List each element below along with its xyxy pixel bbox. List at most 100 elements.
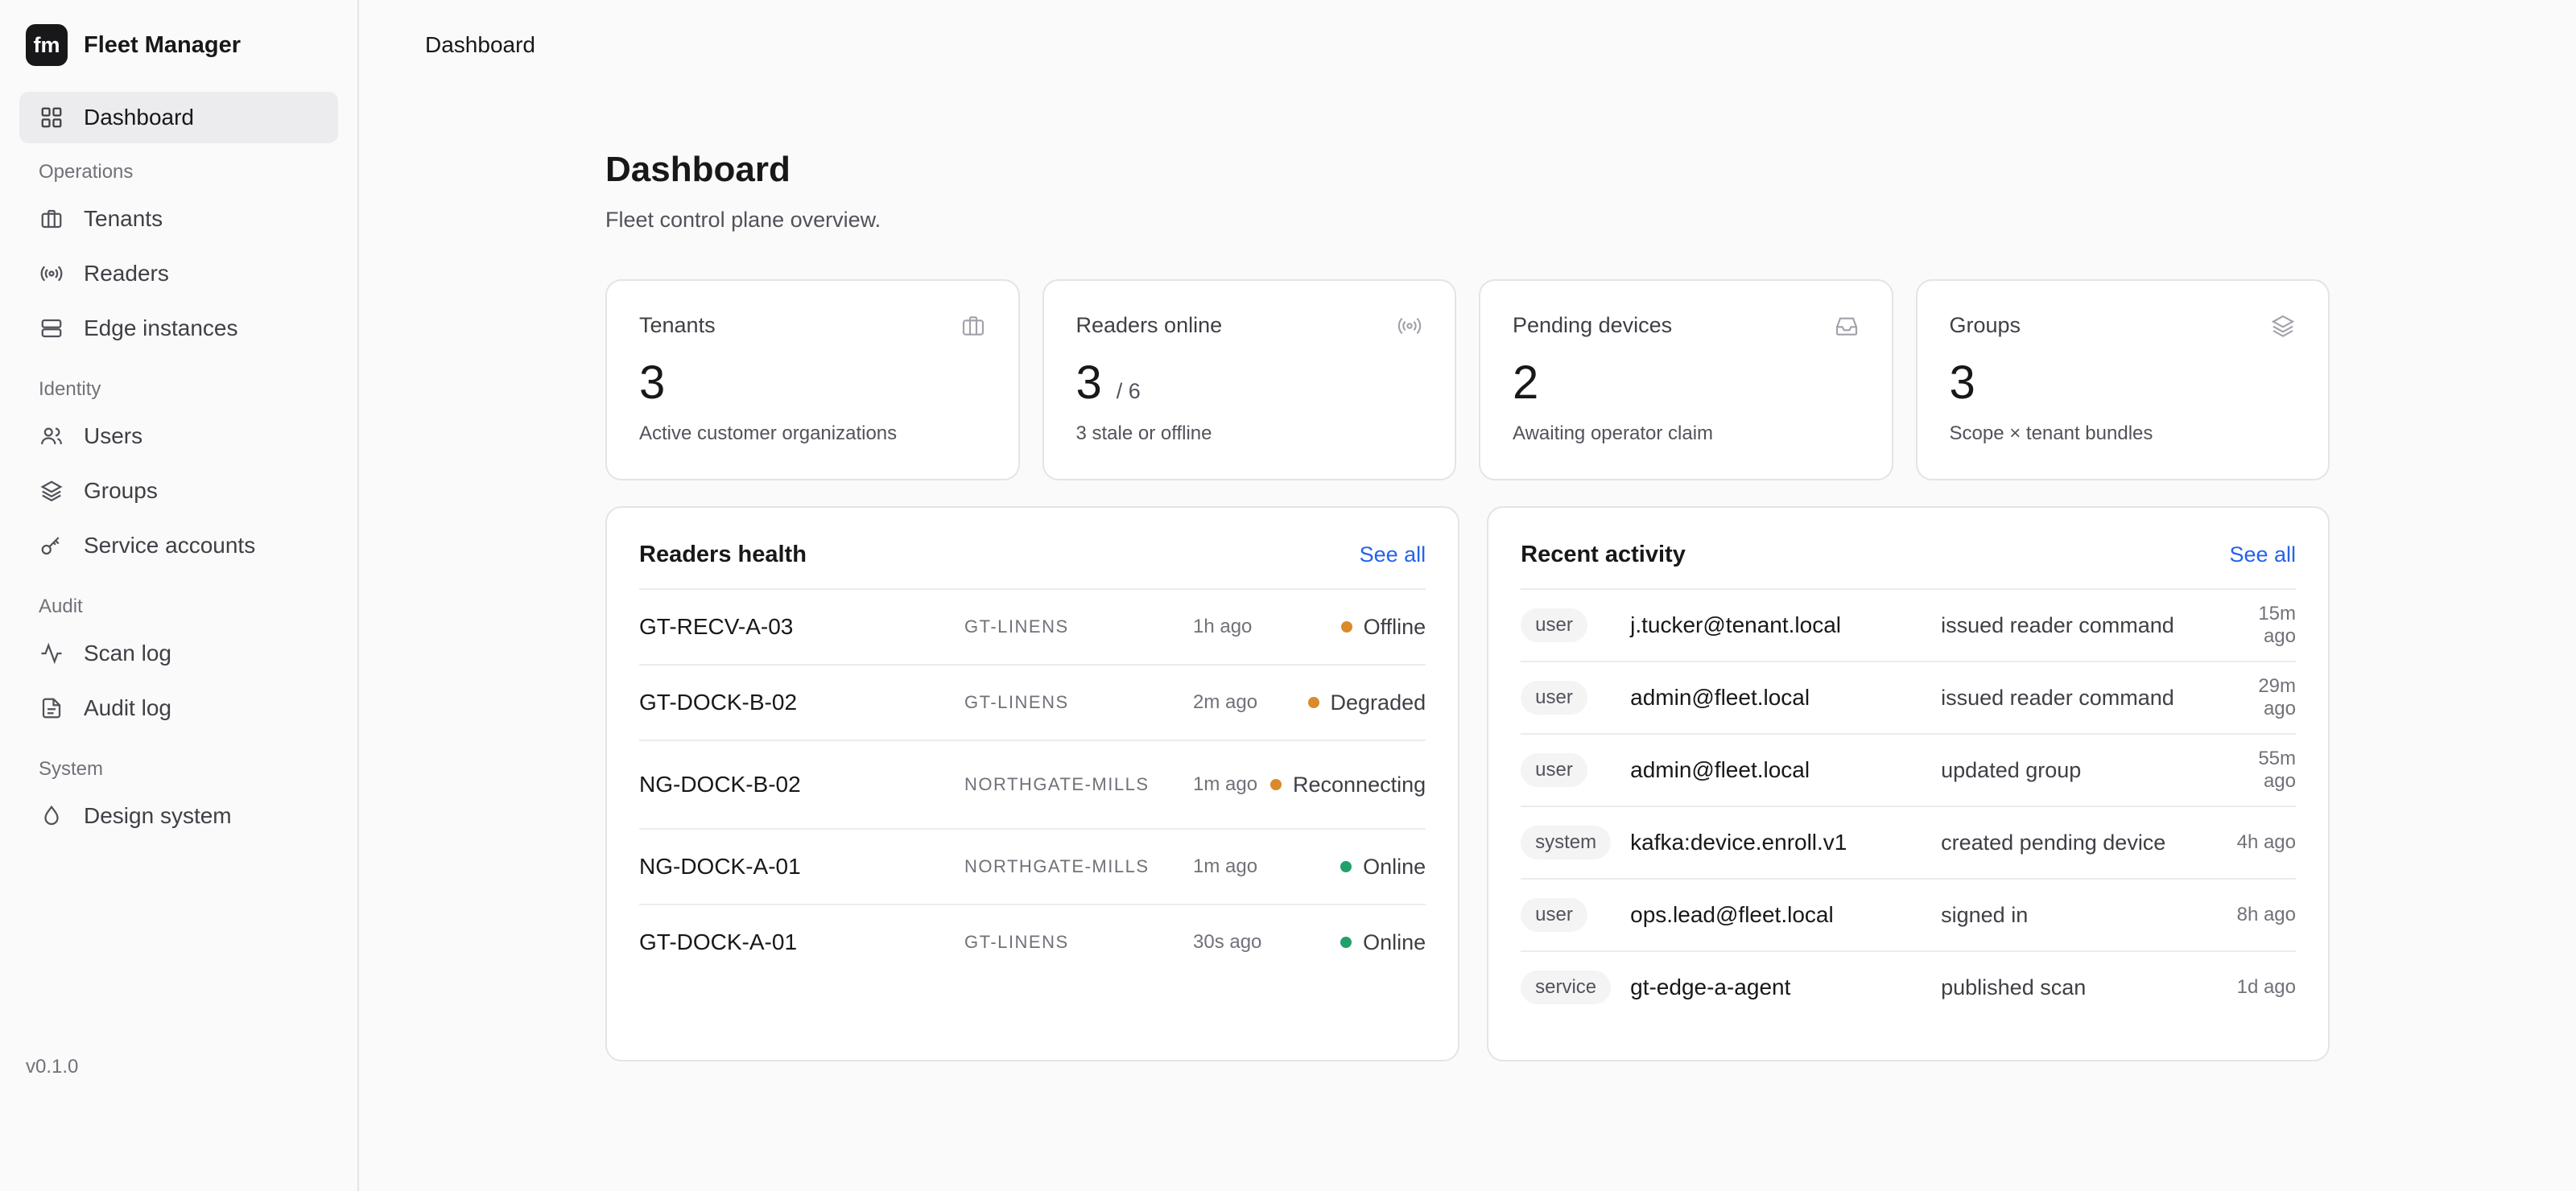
sidebar-item-users[interactable]: Users (19, 410, 338, 462)
sidebar-item-label: Users (84, 423, 143, 448)
actor: admin@fleet.local (1630, 757, 1810, 782)
stat-value: 3 (1949, 356, 1975, 409)
stat-card-readers-online: Readers online 3 / 6 3 stale or offline (1042, 279, 1456, 480)
main-area: Dashboard Dashboard Fleet control plane … (359, 0, 2576, 1191)
sidebar-item-label: Dashboard (84, 105, 194, 130)
actor-type: user (1521, 753, 1630, 787)
timestamp: 8h ago (2236, 904, 2296, 925)
page-subtitle: Fleet control plane overview. (605, 208, 881, 232)
panel-title: Readers health (639, 541, 807, 567)
status-text: Degraded (1330, 690, 1426, 715)
sidebar-item-edge-instances[interactable]: Edge instances (19, 303, 338, 354)
stat-value: 2 (1513, 356, 1539, 409)
status-dot (1340, 861, 1352, 872)
brand-name: Fleet Manager (84, 31, 241, 58)
readers-health-panel: Readers health See all GT-RECV-A-03 GT-L… (605, 506, 1460, 1061)
status-text: Reconnecting (1293, 772, 1426, 797)
actor: admin@fleet.local (1630, 685, 1810, 710)
stat-label: Readers online (1075, 313, 1223, 337)
activity-row[interactable]: system kafka:device.enroll.v1 created pe… (1521, 806, 2296, 878)
briefcase-icon (39, 206, 64, 232)
activity-row[interactable]: user admin@fleet.local updated group 55m… (1521, 733, 2296, 806)
stat-value: 3 (639, 356, 666, 409)
sidebar-item-audit-log[interactable]: Audit log (19, 682, 338, 734)
sidebar-section-audit: Audit (39, 596, 83, 617)
activity-see-all-link[interactable]: See all (2229, 542, 2296, 567)
reader-row[interactable]: NG-DOCK-A-01 NORTHGATE-MILLS 1m ago Onli… (639, 828, 1426, 904)
sidebar-section-identity: Identity (39, 378, 101, 400)
activity-row[interactable]: user j.tucker@tenant.local issued reader… (1521, 588, 2296, 661)
reader-row[interactable]: NG-DOCK-B-02 NORTHGATE-MILLS 1m ago Reco… (639, 740, 1426, 828)
reader-status: Degraded (1270, 690, 1426, 715)
breadcrumb: Dashboard (425, 32, 535, 57)
reader-row[interactable]: GT-DOCK-B-02 GT-LINENS 2m ago Degraded (639, 664, 1426, 740)
readers-see-all-link[interactable]: See all (1360, 542, 1426, 567)
timestamp: 55m ago (2258, 748, 2296, 792)
dashboard-content: Dashboard Fleet control plane overview. … (605, 150, 2330, 1061)
stat-label: Pending devices (1513, 313, 1673, 337)
stats-row: Tenants 3 Active customer organizations … (605, 279, 2330, 480)
panel-header: Recent activity See all (1521, 540, 2296, 569)
status-dot (1340, 937, 1352, 948)
reader-name: GT-DOCK-B-02 (639, 690, 798, 715)
status-text: Offline (1363, 614, 1426, 639)
reader-row[interactable]: GT-RECV-A-03 GT-LINENS 1h ago Offline (639, 588, 1426, 664)
sidebar-item-service-accounts[interactable]: Service accounts (19, 520, 338, 571)
activity-row[interactable]: user ops.lead@fleet.local signed in 8h a… (1521, 878, 2296, 950)
sidebar-item-groups[interactable]: Groups (19, 465, 338, 517)
sidebar: fm Fleet Manager Dashboard Operations Te… (0, 0, 359, 1191)
status-text: Online (1363, 854, 1426, 879)
reader-tenant: GT-LINENS (964, 692, 1069, 712)
layers-icon (2270, 313, 2296, 339)
stat-caption: Scope × tenant bundles (1949, 422, 2153, 444)
layers-icon (39, 478, 64, 504)
status-text: Online (1363, 929, 1426, 954)
sidebar-item-design-system[interactable]: Design system (19, 790, 338, 842)
sidebar-item-readers[interactable]: Readers (19, 248, 338, 299)
sidebar-item-label: Groups (84, 478, 158, 503)
key-icon (39, 533, 64, 558)
reader-tenant: NORTHGATE-MILLS (964, 856, 1150, 876)
activity-row[interactable]: user admin@fleet.local issued reader com… (1521, 661, 2296, 733)
radio-icon (39, 261, 64, 286)
actor: kafka:device.enroll.v1 (1630, 830, 1847, 855)
stat-card-tenants: Tenants 3 Active customer organizations (605, 279, 1020, 480)
timestamp: 1d ago (2236, 976, 2296, 998)
reader-status: Online (1270, 930, 1426, 955)
timestamp: 29m ago (2258, 675, 2296, 719)
reader-last-seen: 1m ago (1193, 855, 1258, 877)
reader-status: Offline (1270, 615, 1426, 640)
action: issued reader command (1941, 612, 2174, 637)
app-version: v0.1.0 (26, 1056, 79, 1078)
stat-caption: Awaiting operator claim (1513, 422, 1714, 444)
brand[interactable]: fm Fleet Manager (19, 24, 338, 66)
sidebar-item-tenants[interactable]: Tenants (19, 193, 338, 245)
reader-row[interactable]: GT-DOCK-A-01 GT-LINENS 30s ago Online (639, 904, 1426, 979)
sidebar-item-dashboard[interactable]: Dashboard (19, 92, 338, 143)
action: updated group (1941, 757, 2082, 782)
reader-tenant: GT-LINENS (964, 932, 1069, 952)
actor-type-badge: user (1521, 898, 1587, 932)
sidebar-item-label: Service accounts (84, 533, 256, 558)
actor-type: user (1521, 608, 1630, 642)
app: fm Fleet Manager Dashboard Operations Te… (0, 0, 2576, 1191)
panel-header: Readers health See all (639, 540, 1426, 569)
sidebar-section-operations: Operations (39, 161, 134, 183)
actor: j.tucker@tenant.local (1630, 612, 1842, 637)
users-icon (39, 423, 64, 449)
actor-type: user (1521, 681, 1630, 715)
actor: ops.lead@fleet.local (1630, 902, 1834, 927)
stat-caption: Active customer organizations (639, 422, 898, 444)
reader-last-seen: 1m ago (1193, 773, 1258, 795)
topbar: Dashboard (359, 0, 2576, 90)
stat-label: Groups (1949, 313, 2021, 337)
radio-icon (1397, 313, 1422, 339)
sidebar-item-scan-log[interactable]: Scan log (19, 628, 338, 679)
activity-row[interactable]: service gt-edge-a-agent published scan 1… (1521, 950, 2296, 1023)
panels-row: Readers health See all GT-RECV-A-03 GT-L… (605, 506, 2330, 1061)
stat-value-row: 2 (1513, 356, 1860, 410)
sidebar-section-system: System (39, 758, 104, 780)
timestamp: 15m ago (2258, 603, 2296, 647)
actor-type: service (1521, 971, 1630, 1004)
status-dot (1270, 779, 1282, 790)
